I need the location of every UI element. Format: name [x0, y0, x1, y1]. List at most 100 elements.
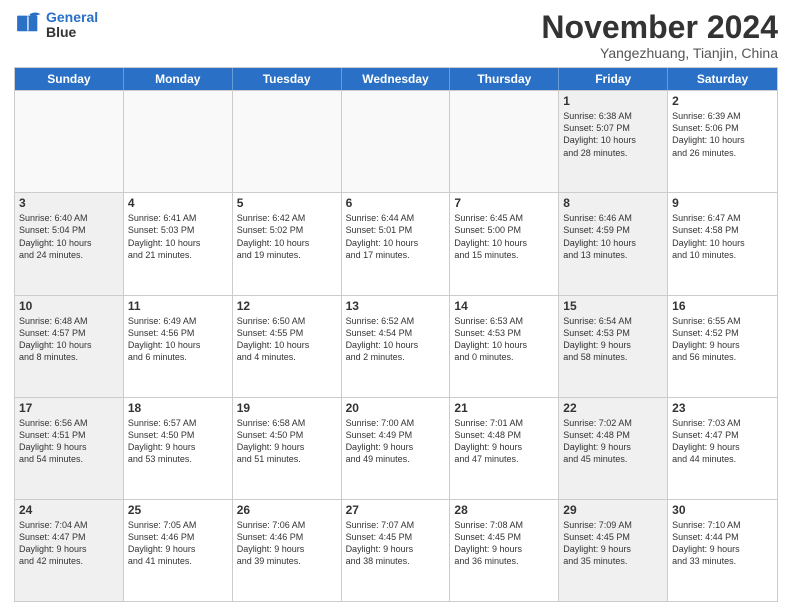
- weekday-header: Friday: [559, 68, 668, 90]
- cell-info: Sunrise: 6:58 AM Sunset: 4:50 PM Dayligh…: [237, 417, 337, 466]
- calendar-body: 1 Sunrise: 6:38 AM Sunset: 5:07 PM Daylig…: [15, 90, 777, 601]
- calendar-cell: 27Sunrise: 7:07 AM Sunset: 4:45 PM Dayli…: [342, 500, 451, 601]
- calendar-cell: 14 Sunrise: 6:53 AM Sunset: 4:53 PM Dayli…: [450, 296, 559, 397]
- calendar-row: 24Sunrise: 7:04 AM Sunset: 4:47 PM Dayli…: [15, 499, 777, 601]
- cell-info: Sunrise: 6:53 AM Sunset: 4:53 PM Dayligh…: [454, 315, 554, 364]
- day-number: 24: [19, 503, 119, 517]
- month-title: November 2024: [541, 10, 778, 45]
- cell-info: Sunrise: 6:38 AM Sunset: 5:07 PM Dayligh…: [563, 110, 663, 159]
- calendar-header: SundayMondayTuesdayWednesdayThursdayFrid…: [15, 68, 777, 90]
- calendar-row: 17Sunrise: 6:56 AM Sunset: 4:51 PM Dayli…: [15, 397, 777, 499]
- cell-info: Sunrise: 6:48 AM Sunset: 4:57 PM Dayligh…: [19, 315, 119, 364]
- cell-info: Sunrise: 7:01 AM Sunset: 4:48 PM Dayligh…: [454, 417, 554, 466]
- day-number: 21: [454, 401, 554, 415]
- weekday-header: Monday: [124, 68, 233, 90]
- calendar: SundayMondayTuesdayWednesdayThursdayFrid…: [14, 67, 778, 602]
- day-number: 10: [19, 299, 119, 313]
- calendar-cell: 11 Sunrise: 6:49 AM Sunset: 4:56 PM Dayli…: [124, 296, 233, 397]
- day-number: 3: [19, 196, 119, 210]
- day-number: 5: [237, 196, 337, 210]
- cell-info: Sunrise: 6:50 AM Sunset: 4:55 PM Dayligh…: [237, 315, 337, 364]
- day-number: 22: [563, 401, 663, 415]
- logo-line2: Blue: [46, 25, 98, 40]
- cell-info: Sunrise: 6:45 AM Sunset: 5:00 PM Dayligh…: [454, 212, 554, 261]
- day-number: 8: [563, 196, 663, 210]
- day-number: 17: [19, 401, 119, 415]
- calendar-cell: 23 Sunrise: 7:03 AM Sunset: 4:47 PM Dayli…: [668, 398, 777, 499]
- cell-info: Sunrise: 7:03 AM Sunset: 4:47 PM Dayligh…: [672, 417, 773, 466]
- calendar-cell: 30Sunrise: 7:10 AM Sunset: 4:44 PM Dayli…: [668, 500, 777, 601]
- calendar-cell: 2 Sunrise: 6:39 AM Sunset: 5:06 PM Daylig…: [668, 91, 777, 192]
- calendar-cell: 20 Sunrise: 7:00 AM Sunset: 4:49 PM Dayli…: [342, 398, 451, 499]
- logo: General Blue: [14, 10, 98, 41]
- day-number: 12: [237, 299, 337, 313]
- calendar-cell: [124, 91, 233, 192]
- day-number: 20: [346, 401, 446, 415]
- cell-info: Sunrise: 6:39 AM Sunset: 5:06 PM Dayligh…: [672, 110, 773, 159]
- day-number: 1: [563, 94, 663, 108]
- header: General Blue November 2024 Yangezhuang, …: [14, 10, 778, 61]
- calendar-cell: 26 Sunrise: 7:06 AM Sunset: 4:46 PM Dayli…: [233, 500, 342, 601]
- calendar-cell: 15 Sunrise: 6:54 AM Sunset: 4:53 PM Dayli…: [559, 296, 668, 397]
- title-block: November 2024 Yangezhuang, Tianjin, Chin…: [541, 10, 778, 61]
- day-number: 19: [237, 401, 337, 415]
- day-number: 4: [128, 196, 228, 210]
- cell-info: Sunrise: 6:52 AM Sunset: 4:54 PM Dayligh…: [346, 315, 446, 364]
- day-number: 15: [563, 299, 663, 313]
- cell-info: Sunrise: 7:00 AM Sunset: 4:49 PM Dayligh…: [346, 417, 446, 466]
- cell-info: Sunrise: 6:54 AM Sunset: 4:53 PM Dayligh…: [563, 315, 663, 364]
- cell-info: Sunrise: 7:05 AM Sunset: 4:46 PM Dayligh…: [128, 519, 228, 568]
- calendar-cell: 17Sunrise: 6:56 AM Sunset: 4:51 PM Dayli…: [15, 398, 124, 499]
- calendar-cell: 9 Sunrise: 6:47 AM Sunset: 4:58 PM Daylig…: [668, 193, 777, 294]
- logo-icon: [14, 11, 42, 39]
- calendar-row: 10 Sunrise: 6:48 AM Sunset: 4:57 PM Dayli…: [15, 295, 777, 397]
- calendar-cell: [342, 91, 451, 192]
- calendar-cell: [15, 91, 124, 192]
- calendar-cell: 3 Sunrise: 6:40 AM Sunset: 5:04 PM Daylig…: [15, 193, 124, 294]
- calendar-cell: 10 Sunrise: 6:48 AM Sunset: 4:57 PM Dayli…: [15, 296, 124, 397]
- day-number: 26: [237, 503, 337, 517]
- location-subtitle: Yangezhuang, Tianjin, China: [541, 45, 778, 61]
- day-number: 11: [128, 299, 228, 313]
- day-number: 23: [672, 401, 773, 415]
- weekday-header: Thursday: [450, 68, 559, 90]
- cell-info: Sunrise: 7:07 AM Sunset: 4:45 PM Dayligh…: [346, 519, 446, 568]
- calendar-cell: 29 Sunrise: 7:09 AM Sunset: 4:45 PM Dayli…: [559, 500, 668, 601]
- calendar-cell: 5Sunrise: 6:42 AM Sunset: 5:02 PM Daylig…: [233, 193, 342, 294]
- cell-info: Sunrise: 6:49 AM Sunset: 4:56 PM Dayligh…: [128, 315, 228, 364]
- calendar-cell: [233, 91, 342, 192]
- calendar-row: 1 Sunrise: 6:38 AM Sunset: 5:07 PM Daylig…: [15, 90, 777, 192]
- calendar-cell: 16 Sunrise: 6:55 AM Sunset: 4:52 PM Dayli…: [668, 296, 777, 397]
- logo-line1: General: [46, 9, 98, 25]
- calendar-cell: 1 Sunrise: 6:38 AM Sunset: 5:07 PM Daylig…: [559, 91, 668, 192]
- cell-info: Sunrise: 6:40 AM Sunset: 5:04 PM Dayligh…: [19, 212, 119, 261]
- day-number: 29: [563, 503, 663, 517]
- day-number: 2: [672, 94, 773, 108]
- page: General Blue November 2024 Yangezhuang, …: [0, 0, 792, 612]
- calendar-cell: 18 Sunrise: 6:57 AM Sunset: 4:50 PM Dayli…: [124, 398, 233, 499]
- calendar-cell: 7Sunrise: 6:45 AM Sunset: 5:00 PM Daylig…: [450, 193, 559, 294]
- day-number: 16: [672, 299, 773, 313]
- calendar-cell: 4 Sunrise: 6:41 AM Sunset: 5:03 PM Daylig…: [124, 193, 233, 294]
- day-number: 13: [346, 299, 446, 313]
- weekday-header: Tuesday: [233, 68, 342, 90]
- calendar-cell: 21 Sunrise: 7:01 AM Sunset: 4:48 PM Dayli…: [450, 398, 559, 499]
- calendar-cell: 28Sunrise: 7:08 AM Sunset: 4:45 PM Dayli…: [450, 500, 559, 601]
- day-number: 9: [672, 196, 773, 210]
- weekday-header: Saturday: [668, 68, 777, 90]
- cell-info: Sunrise: 6:47 AM Sunset: 4:58 PM Dayligh…: [672, 212, 773, 261]
- cell-info: Sunrise: 7:10 AM Sunset: 4:44 PM Dayligh…: [672, 519, 773, 568]
- day-number: 18: [128, 401, 228, 415]
- cell-info: Sunrise: 6:55 AM Sunset: 4:52 PM Dayligh…: [672, 315, 773, 364]
- day-number: 14: [454, 299, 554, 313]
- cell-info: Sunrise: 7:02 AM Sunset: 4:48 PM Dayligh…: [563, 417, 663, 466]
- cell-info: Sunrise: 6:57 AM Sunset: 4:50 PM Dayligh…: [128, 417, 228, 466]
- logo-text: General Blue: [46, 10, 98, 41]
- weekday-header: Sunday: [15, 68, 124, 90]
- cell-info: Sunrise: 6:44 AM Sunset: 5:01 PM Dayligh…: [346, 212, 446, 261]
- calendar-cell: 12 Sunrise: 6:50 AM Sunset: 4:55 PM Dayli…: [233, 296, 342, 397]
- cell-info: Sunrise: 6:41 AM Sunset: 5:03 PM Dayligh…: [128, 212, 228, 261]
- cell-info: Sunrise: 7:06 AM Sunset: 4:46 PM Dayligh…: [237, 519, 337, 568]
- calendar-cell: 22 Sunrise: 7:02 AM Sunset: 4:48 PM Dayli…: [559, 398, 668, 499]
- cell-info: Sunrise: 7:09 AM Sunset: 4:45 PM Dayligh…: [563, 519, 663, 568]
